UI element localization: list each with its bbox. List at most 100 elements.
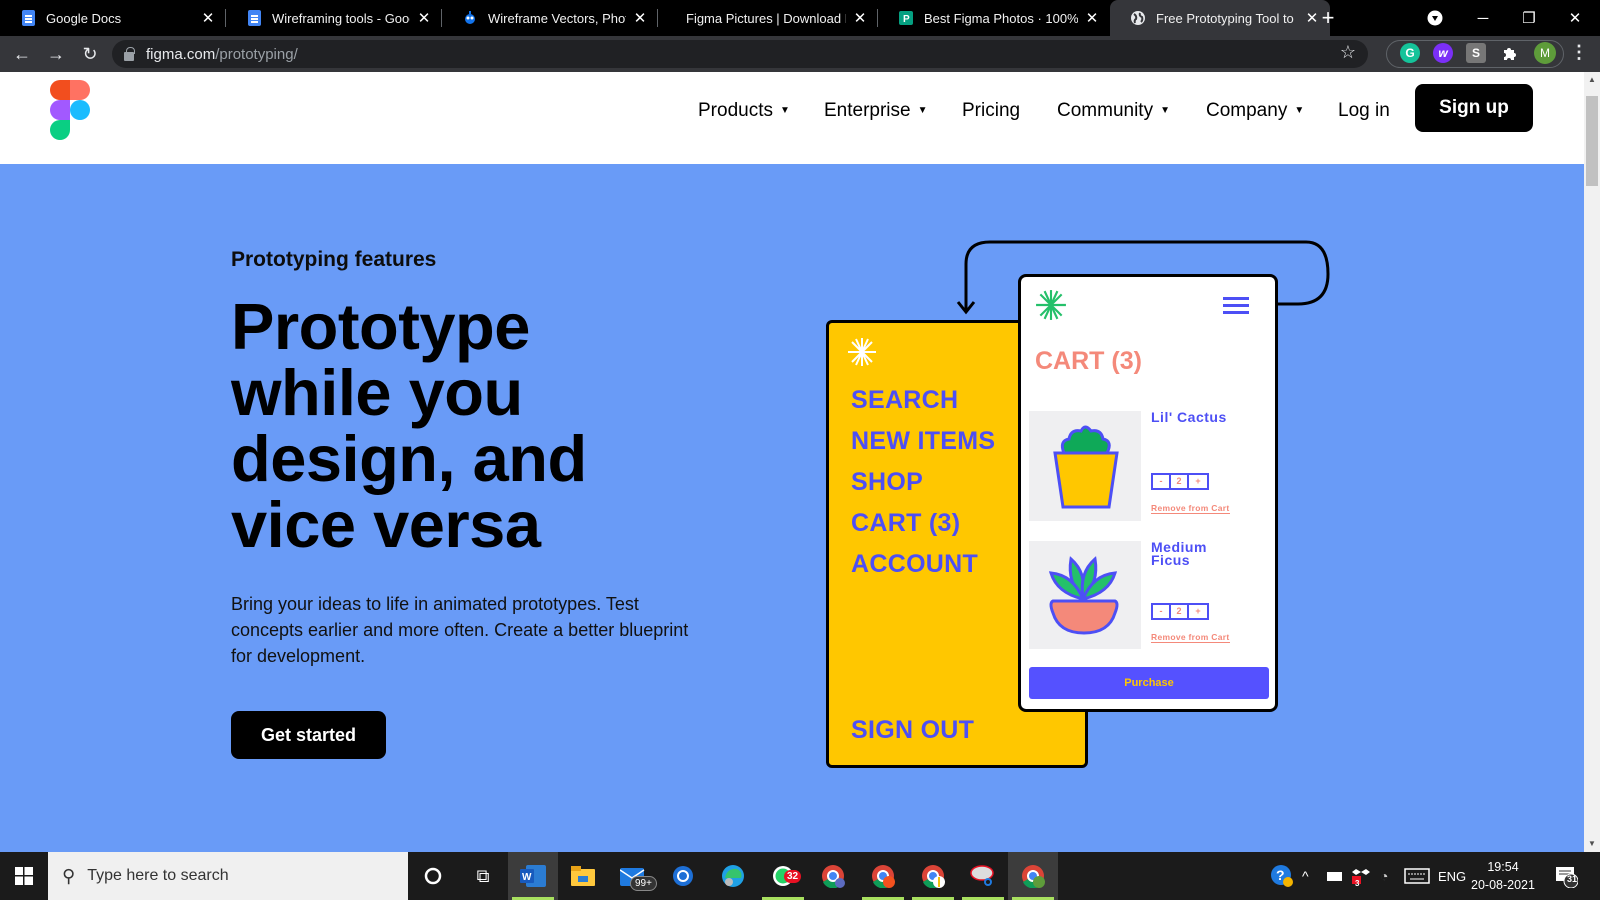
close-tab-icon[interactable]: ✕ — [852, 9, 868, 27]
cortana-icon[interactable] — [408, 852, 458, 900]
tab-figma-pictures[interactable]: Figma Pictures | Download F ✕ — [658, 0, 878, 36]
quantity-stepper: - 2 + — [1151, 473, 1209, 490]
show-hidden-icons[interactable]: ^ — [1302, 852, 1309, 900]
nav-company[interactable]: Company ▼ — [1206, 96, 1304, 126]
browser-tab-strip: Google Docs ✕ Wireframing tools - Google… — [0, 0, 1600, 36]
site-header: Products ▼ Enterprise ▼ Pricing Community ▼… — [0, 72, 1584, 164]
url-path: /prototyping/ — [215, 45, 298, 63]
dropbox-icon[interactable]: 3 — [1352, 852, 1370, 900]
help-icon[interactable]: ? — [1270, 852, 1294, 900]
cart-screen: CART (3) Lil' Cactus - 2 + Remove from C… — [1018, 274, 1278, 712]
chrome-active-icon[interactable] — [1008, 852, 1058, 900]
file-explorer-icon[interactable] — [558, 852, 608, 900]
tab-title: Wireframing tools - Google — [272, 10, 410, 26]
tab-wireframing-tools[interactable]: Wireframing tools - Google ✕ — [226, 0, 442, 36]
grammarly-icon[interactable]: G — [1400, 43, 1420, 63]
chrome-profile-icon[interactable] — [858, 852, 908, 900]
hero-section: Prototyping features Prototype while you… — [0, 164, 1584, 852]
increment: + — [1195, 476, 1201, 486]
nav-label: Products — [698, 100, 773, 121]
windows-logo-icon — [15, 867, 33, 885]
caret-down-icon: ▼ — [779, 104, 790, 116]
taskbar-word[interactable]: W — [508, 852, 558, 900]
restore-button[interactable]: ❐ — [1506, 0, 1552, 36]
close-tab-icon[interactable]: ✕ — [416, 9, 432, 27]
tab-google-docs[interactable]: Google Docs ✕ — [0, 0, 226, 36]
app-swirl-icon[interactable] — [658, 852, 708, 900]
figma-logo[interactable] — [50, 80, 90, 140]
profile-dropdown-icon[interactable] — [1412, 0, 1458, 36]
hero-title: Prototype while you design, and vice ver… — [231, 294, 651, 558]
nav-login[interactable]: Log in — [1338, 96, 1390, 126]
search-placeholder: Type here to search — [87, 867, 229, 884]
back-button[interactable]: ← — [8, 40, 36, 68]
ficus-image — [1029, 541, 1141, 649]
wifi-icon[interactable]: ◔ — [1380, 852, 1388, 900]
mail-icon[interactable]: 99+ — [608, 852, 658, 900]
hero-title-line: design, and — [231, 422, 587, 495]
chrome-profile-icon[interactable] — [908, 852, 958, 900]
close-tab-icon[interactable]: ✕ — [632, 9, 648, 27]
green-sparkle-icon — [1036, 290, 1066, 320]
quantity-stepper: - 2 + — [1151, 603, 1209, 620]
quantity-value: 2 — [1171, 605, 1189, 618]
chrome-profile-icon[interactable] — [808, 852, 858, 900]
decrement: - — [1153, 605, 1171, 618]
language-indicator[interactable]: ENG — [1438, 852, 1466, 900]
signup-button[interactable]: Sign up — [1415, 84, 1533, 132]
lock-icon[interactable] — [124, 46, 135, 61]
close-window-button[interactable]: ✕ — [1552, 0, 1598, 36]
notifications-icon[interactable]: 31 — [1554, 852, 1578, 900]
profile-avatar[interactable]: M — [1534, 42, 1556, 64]
page-scrollbar[interactable]: ▲ ▼ — [1584, 72, 1600, 852]
wordtune-icon[interactable]: w — [1433, 43, 1453, 63]
snipping-tool-icon[interactable] — [958, 852, 1008, 900]
scroll-up-arrow[interactable]: ▲ — [1584, 72, 1600, 88]
bookmark-star-icon[interactable]: ☆ — [1340, 42, 1356, 63]
hamburger-menu-icon — [1223, 297, 1249, 315]
nav-label: Company — [1206, 100, 1288, 121]
svg-text:P: P — [903, 14, 910, 25]
pexels-icon: P — [898, 10, 914, 26]
tab-wireframe-vectors[interactable]: Wireframe Vectors, Photos a ✕ — [442, 0, 658, 36]
nav-enterprise[interactable]: Enterprise ▼ — [824, 96, 928, 126]
hero-title-line: while you — [231, 356, 523, 429]
close-tab-icon[interactable]: ✕ — [1084, 9, 1100, 27]
extensions-puzzle-icon[interactable] — [1500, 43, 1520, 63]
scrollbar-thumb[interactable] — [1586, 96, 1598, 186]
browser-menu-icon[interactable]: ⋮ — [1570, 42, 1588, 63]
scroll-down-arrow[interactable]: ▼ — [1584, 836, 1600, 852]
keyboard-icon[interactable] — [1404, 852, 1430, 900]
whatsapp-icon[interactable]: 32 — [758, 852, 808, 900]
minimize-button[interactable]: ─ — [1460, 0, 1506, 36]
edge-icon[interactable] — [708, 852, 758, 900]
remove-from-cart-link: Remove from Cart — [1151, 503, 1230, 514]
hero-title-line: vice versa — [231, 488, 541, 561]
nav-label: Pricing — [962, 100, 1021, 121]
forward-button[interactable]: → — [42, 40, 70, 68]
address-bar[interactable]: figma.com/prototyping/ ☆ — [112, 40, 1368, 68]
nav-pricing[interactable]: Pricing — [962, 96, 1020, 126]
system-clock[interactable]: 19:54 20-08-2021 — [1468, 858, 1538, 894]
google-docs-icon — [20, 10, 36, 26]
tab-title: Wireframe Vectors, Photos a — [488, 10, 626, 26]
tab-title: Figma Pictures | Download F — [686, 10, 846, 26]
nav-products[interactable]: Products ▼ — [698, 96, 790, 126]
tab-free-prototyping-tool[interactable]: Free Prototyping Tool to Cre ✕ — [1110, 0, 1330, 36]
whatsapp-badge: 32 — [784, 870, 802, 883]
hero-description: Bring your ideas to life in animated pro… — [231, 594, 689, 666]
clock-time: 19:54 — [1487, 860, 1519, 874]
nav-community[interactable]: Community ▼ — [1057, 96, 1170, 126]
tab-best-figma-photos[interactable]: P Best Figma Photos · 100% Fr ✕ — [878, 0, 1110, 36]
windows-start-button[interactable] — [0, 852, 48, 900]
webpage: Products ▼ Enterprise ▼ Pricing Community ▼… — [0, 72, 1584, 852]
remove-from-cart-link: Remove from Cart — [1151, 632, 1230, 643]
reload-button[interactable]: ↻ — [76, 40, 104, 68]
taskbar-search-input[interactable]: ⚲ Type here to search — [48, 852, 408, 900]
scribe-icon[interactable]: S — [1466, 43, 1486, 63]
battery-icon[interactable] — [1326, 852, 1344, 900]
new-tab-button[interactable]: + — [1316, 0, 1340, 36]
get-started-button[interactable]: Get started — [231, 711, 386, 759]
close-tab-icon[interactable]: ✕ — [200, 9, 216, 27]
task-view-icon[interactable]: ⧉ — [458, 852, 508, 900]
